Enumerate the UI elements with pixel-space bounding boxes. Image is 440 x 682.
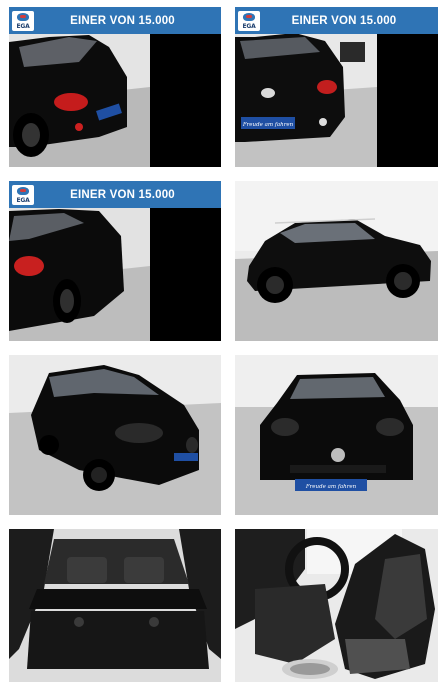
promo-banner-text: EINER VON 15.000 (70, 14, 175, 27)
gallery-photo-2[interactable]: Freude am fahren EGA EINER VON 15.000 (235, 7, 438, 167)
car-front-left-photo (9, 355, 221, 515)
gallery-photo-1[interactable]: EGA EINER VON 15.000 (9, 7, 221, 167)
ega-logo-text: EGA (16, 196, 30, 204)
gallery-photo-6[interactable]: Freude am fahren (235, 355, 438, 515)
promo-banner: EGA EINER VON 15.000 (9, 181, 221, 208)
photo-gallery: EGA EINER VON 15.000 Freude am fahren EG… (0, 0, 440, 682)
promo-banner-text: EINER VON 15.000 (70, 188, 175, 201)
car-front-photo: Freude am fahren (235, 355, 438, 515)
gallery-photo-7[interactable] (9, 529, 221, 682)
ega-logo: EGA (238, 10, 260, 31)
gallery-photo-8[interactable] (235, 529, 438, 682)
ega-logo: EGA (12, 184, 34, 205)
promo-banner-text: EINER VON 15.000 (291, 14, 397, 27)
ega-logo-text: EGA (16, 22, 30, 30)
license-plate-text: Freude am fahren (305, 484, 357, 490)
ega-logo-text: EGA (242, 22, 256, 30)
gallery-photo-4[interactable] (235, 181, 438, 341)
car-side-photo (235, 181, 438, 341)
car-trunk-photo (9, 529, 221, 682)
license-plate-text: Freude am fahren (242, 122, 294, 128)
ega-logo-mark-icon (243, 12, 255, 21)
ega-logo: EGA (12, 10, 34, 31)
gallery-photo-5[interactable] (9, 355, 221, 515)
promo-banner: EGA EINER VON 15.000 (9, 7, 221, 34)
ega-logo-mark-icon (17, 12, 29, 21)
ega-logo-mark-icon (17, 186, 29, 195)
promo-banner: EGA EINER VON 15.000 (235, 7, 438, 34)
gallery-photo-3[interactable]: EGA EINER VON 15.000 (9, 181, 221, 341)
car-interior-photo (235, 529, 438, 682)
